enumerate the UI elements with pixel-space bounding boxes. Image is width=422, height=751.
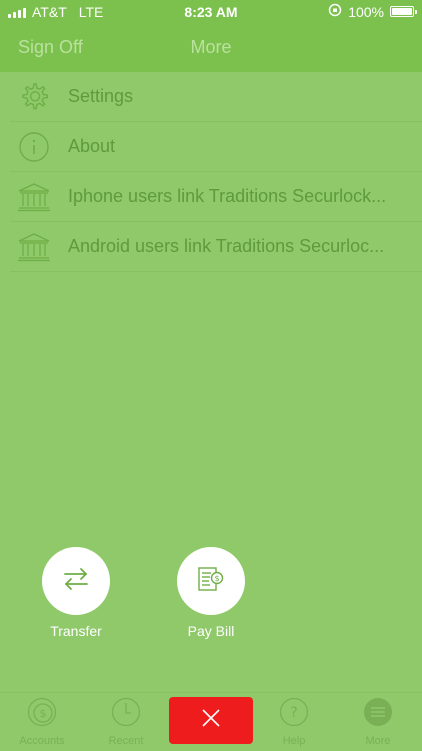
tab-recent[interactable]: Recent xyxy=(84,697,168,747)
tab-label: Recent xyxy=(108,735,144,747)
quick-actions: Transfer $ Pay Bill xyxy=(0,547,422,647)
tab-accounts[interactable]: $ Accounts xyxy=(0,697,84,747)
nav-bar: Sign Off More xyxy=(0,24,422,72)
pay-bill-button[interactable]: $ Pay Bill xyxy=(166,547,256,639)
menu-item-label: Android users link Traditions Securloc..… xyxy=(68,236,385,256)
help-icon: ? xyxy=(279,697,309,727)
status-right: 100% xyxy=(328,3,417,20)
page-title: More xyxy=(190,37,232,57)
pay-bill-label: Pay Bill xyxy=(187,623,235,639)
tab-more[interactable]: More xyxy=(336,697,420,747)
tab-label: Help xyxy=(282,735,306,747)
menu-item-about[interactable]: About xyxy=(10,122,422,172)
transfer-label: Transfer xyxy=(50,623,102,639)
bank-icon xyxy=(16,229,52,265)
battery-icon xyxy=(390,6,417,17)
close-menu-button[interactable] xyxy=(169,697,253,744)
menu-item-settings[interactable]: Settings xyxy=(10,72,422,122)
battery-fill xyxy=(392,8,412,15)
more-menu-list: Settings About Iphone users link Traditi… xyxy=(0,72,422,272)
tab-help[interactable]: ? Help xyxy=(252,697,336,747)
menu-item-label: Iphone users link Traditions Securlock..… xyxy=(68,186,387,206)
bill-icon: $ xyxy=(196,566,226,597)
menu-item-label: About xyxy=(68,136,116,156)
svg-text:$: $ xyxy=(214,574,219,583)
clock-icon xyxy=(111,697,141,727)
tab-label: More xyxy=(365,735,391,747)
svg-text:$: $ xyxy=(40,707,47,720)
svg-text:?: ? xyxy=(290,705,297,721)
pay-bill-circle[interactable]: $ xyxy=(177,547,245,615)
close-icon xyxy=(201,708,221,733)
battery-percent: 100% xyxy=(348,3,384,20)
menu-item-iphone-link[interactable]: Iphone users link Traditions Securlock..… xyxy=(10,172,422,222)
tab-label: Accounts xyxy=(19,735,65,747)
bank-icon xyxy=(16,179,52,215)
money-icon: $ xyxy=(27,697,57,727)
transfer-circle[interactable] xyxy=(42,547,110,615)
info-icon xyxy=(16,129,52,165)
gear-icon xyxy=(16,79,52,115)
transfer-button[interactable]: Transfer xyxy=(31,547,121,639)
menu-icon xyxy=(363,697,393,727)
status-bar: AT&T LTE 8:23 AM 100% xyxy=(0,0,422,24)
orientation-lock-icon xyxy=(328,3,342,20)
menu-item-label: Settings xyxy=(68,86,134,106)
transfer-arrows-icon xyxy=(62,567,90,596)
menu-item-android-link[interactable]: Android users link Traditions Securloc..… xyxy=(10,222,422,272)
